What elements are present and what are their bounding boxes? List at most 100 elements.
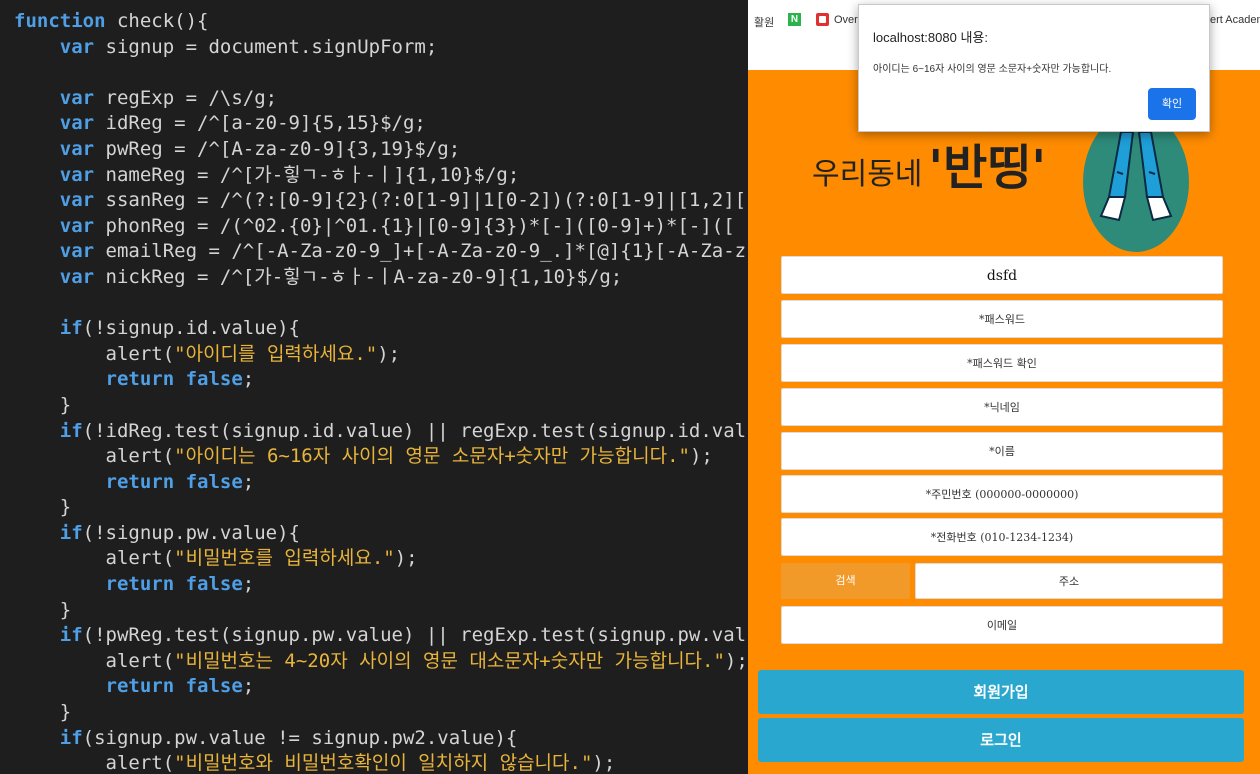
code-keyword: var <box>59 240 95 263</box>
code-text: ; <box>242 573 255 596</box>
address-search-button[interactable]: 검색 <box>781 563 910 599</box>
code-line: if(!signup.pw.value){ <box>14 521 748 547</box>
code-text: (!signup.pw.value){ <box>82 521 300 544</box>
code-line: var nameReg = /^[가-힣ㄱ-ㅎㅏ-ㅣ]{1,10}$/g; <box>14 163 748 189</box>
code-text: ); <box>689 445 713 468</box>
code-keyword: if <box>59 419 83 442</box>
code-line: return false; <box>14 572 748 598</box>
code-line: } <box>14 598 748 624</box>
code-line: var ssanReg = /^(?:[0-9]{2}(?:0[1-9]|1[0… <box>14 188 748 214</box>
name-input[interactable]: *이름 <box>781 432 1223 470</box>
code-keyword: return false <box>105 368 243 391</box>
code-keyword: return false <box>105 470 243 493</box>
code-keyword: if <box>59 521 83 544</box>
code-text: ); <box>724 649 748 672</box>
site-logo: 우리동네 '반띵' <box>812 128 1046 198</box>
code-line: return false; <box>14 470 748 496</box>
code-keyword: var <box>59 112 95 135</box>
code-text: ; <box>242 368 255 391</box>
code-text: check(){ <box>105 10 209 32</box>
password-input[interactable]: *패스워드 <box>781 300 1223 338</box>
code-text: signup = document.signUpForm; <box>94 35 438 58</box>
code-line: function check(){ <box>14 9 748 35</box>
code-text: (!pwReg.test(signup.pw.value) || regExp.… <box>82 624 747 647</box>
password-confirm-input[interactable]: *패스워드 확인 <box>781 344 1223 382</box>
naver-icon[interactable]: N <box>788 13 801 26</box>
code-text: (!signup.id.value){ <box>82 317 300 340</box>
code-keyword: function <box>14 10 106 32</box>
login-button[interactable]: 로그인 <box>758 718 1244 762</box>
id-input[interactable]: dsfd <box>781 256 1223 294</box>
phone-input[interactable]: *전화번호 (010-1234-1234) <box>781 518 1223 556</box>
alert-ok-button[interactable]: 확인 <box>1148 88 1196 120</box>
logo-hands-icon <box>1083 112 1189 252</box>
nickname-input[interactable]: *닉네임 <box>781 388 1223 426</box>
code-keyword: var <box>59 189 95 212</box>
ssn-input[interactable]: *주민번호 (000000-0000000) <box>781 475 1223 513</box>
code-keyword: if <box>59 726 83 749</box>
email-input[interactable]: 이메일 <box>781 606 1223 644</box>
signup-button[interactable]: 회원가입 <box>758 670 1244 714</box>
code-text: nickReg = /^[가-힣ㄱ-ㅎㅏ-ㅣA-za-z0-9]{1,10}$/… <box>94 265 623 288</box>
code-text: emailReg = /^[-A-Za-z0-9_]+[-A-Za-z0-9_.… <box>94 240 747 263</box>
code-text: pwReg = /^[A-za-z0-9]{3,19}$/g; <box>94 137 461 160</box>
code-editor[interactable]: function check(){ var signup = document.… <box>0 0 748 774</box>
code-line: if(signup.pw.value != signup.pw2.value){ <box>14 726 748 752</box>
bookmark-fragment-left[interactable]: 활원 <box>754 14 774 30</box>
code-text: regExp = /\s/g; <box>94 86 278 109</box>
code-line: alert("비밀번호와 비밀번호확인이 일치하지 않습니다."); <box>14 751 748 774</box>
code-line: var emailReg = /^[-A-Za-z0-9_]+[-A-Za-z0… <box>14 239 748 265</box>
code-text: alert( <box>14 547 175 570</box>
code-keyword: var <box>59 214 95 237</box>
code-text: idReg = /^[a-z0-9]{5,15}$/g; <box>94 112 426 135</box>
code-keyword: if <box>59 317 83 340</box>
code-line: alert("아이디를 입력하세요."); <box>14 342 748 368</box>
code-line: return false; <box>14 367 748 393</box>
bookmark-fragment-right[interactable]: ert Academy <box>1210 14 1260 26</box>
code-text: } <box>14 496 72 519</box>
code-line: var idReg = /^[a-z0-9]{5,15}$/g; <box>14 111 748 137</box>
code-text: ); <box>394 547 418 570</box>
code-line: var regExp = /\s/g; <box>14 86 748 112</box>
code-text: (!idReg.test(signup.id.value) || regExp.… <box>82 419 747 442</box>
overview-icon[interactable] <box>816 13 829 26</box>
code-line: var pwReg = /^[A-za-z0-9]{3,19}$/g; <box>14 137 748 163</box>
code-keyword: var <box>59 163 95 186</box>
code-line: } <box>14 393 748 419</box>
code-text: alert( <box>14 445 175 468</box>
code-text: alert( <box>14 649 175 672</box>
code-string: "아이디는 6~16자 사이의 영문 소문자+숫자만 가능합니다." <box>174 445 690 468</box>
code-text: } <box>14 598 72 621</box>
code-line: alert("비밀번호를 입력하세요."); <box>14 546 748 572</box>
code-keyword: var <box>59 137 95 160</box>
code-line: if(!pwReg.test(signup.pw.value) || regEx… <box>14 623 748 649</box>
code-text: ); <box>592 752 616 774</box>
code-line: var signup = document.signUpForm; <box>14 35 748 61</box>
code-line: alert("비밀번호는 4~20자 사이의 영문 대소문자+숫자만 가능합니다… <box>14 649 748 675</box>
code-line: } <box>14 700 748 726</box>
alert-dialog: localhost:8080 내용: 아이디는 6~16자 사이의 영문 소문자… <box>858 4 1210 132</box>
logo-prefix: 우리동네 <box>812 157 923 192</box>
code-string: "아이디를 입력하세요." <box>174 342 378 365</box>
code-string: "비밀번호와 비밀번호확인이 일치하지 않습니다." <box>174 752 593 774</box>
address-input[interactable]: 주소 <box>915 563 1223 599</box>
code-keyword: var <box>59 35 95 58</box>
code-keyword: if <box>59 624 83 647</box>
code-line: if(!signup.id.value){ <box>14 316 748 342</box>
code-line: } <box>14 495 748 521</box>
